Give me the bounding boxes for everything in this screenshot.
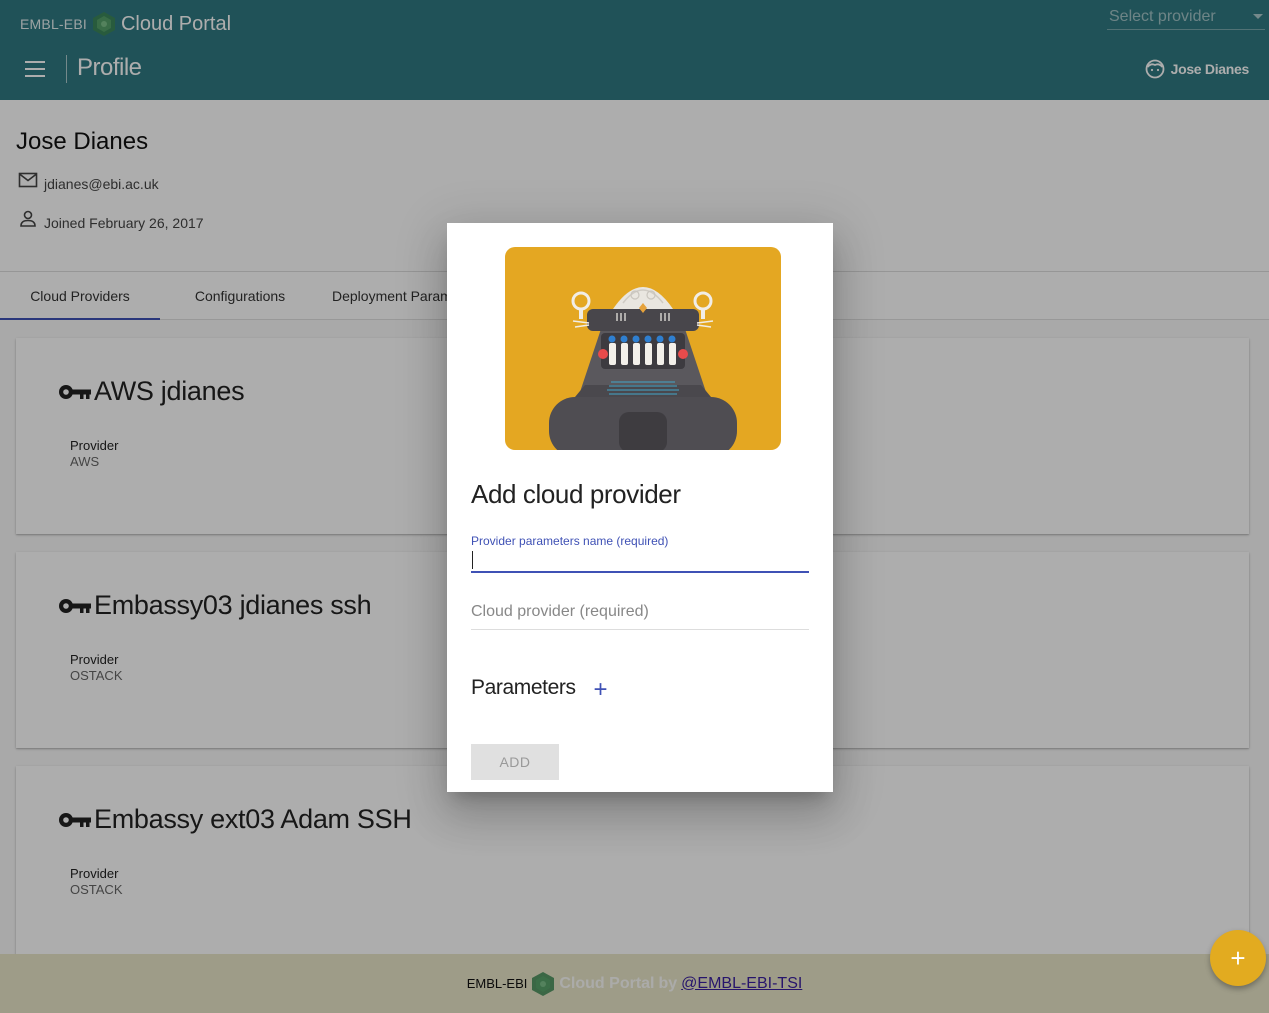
- add-cloud-provider-dialog: Add cloud provider Provider parameters n…: [447, 223, 833, 792]
- robot-illustration: [505, 247, 781, 450]
- provider-name-input[interactable]: [471, 549, 809, 573]
- parameters-label: Parameters: [471, 676, 576, 699]
- parameters-row: Parameters +: [471, 674, 608, 702]
- cloud-provider-select[interactable]: Cloud provider (required): [471, 603, 809, 630]
- provider-name-label: Provider parameters name (required): [471, 534, 669, 548]
- dialog-title: Add cloud provider: [471, 479, 681, 509]
- add-provider-fab[interactable]: +: [1210, 930, 1266, 986]
- cloud-provider-placeholder: Cloud provider (required): [471, 603, 649, 620]
- add-button[interactable]: ADD: [471, 744, 559, 780]
- text-cursor: [472, 551, 473, 569]
- add-parameter-button[interactable]: +: [594, 678, 608, 702]
